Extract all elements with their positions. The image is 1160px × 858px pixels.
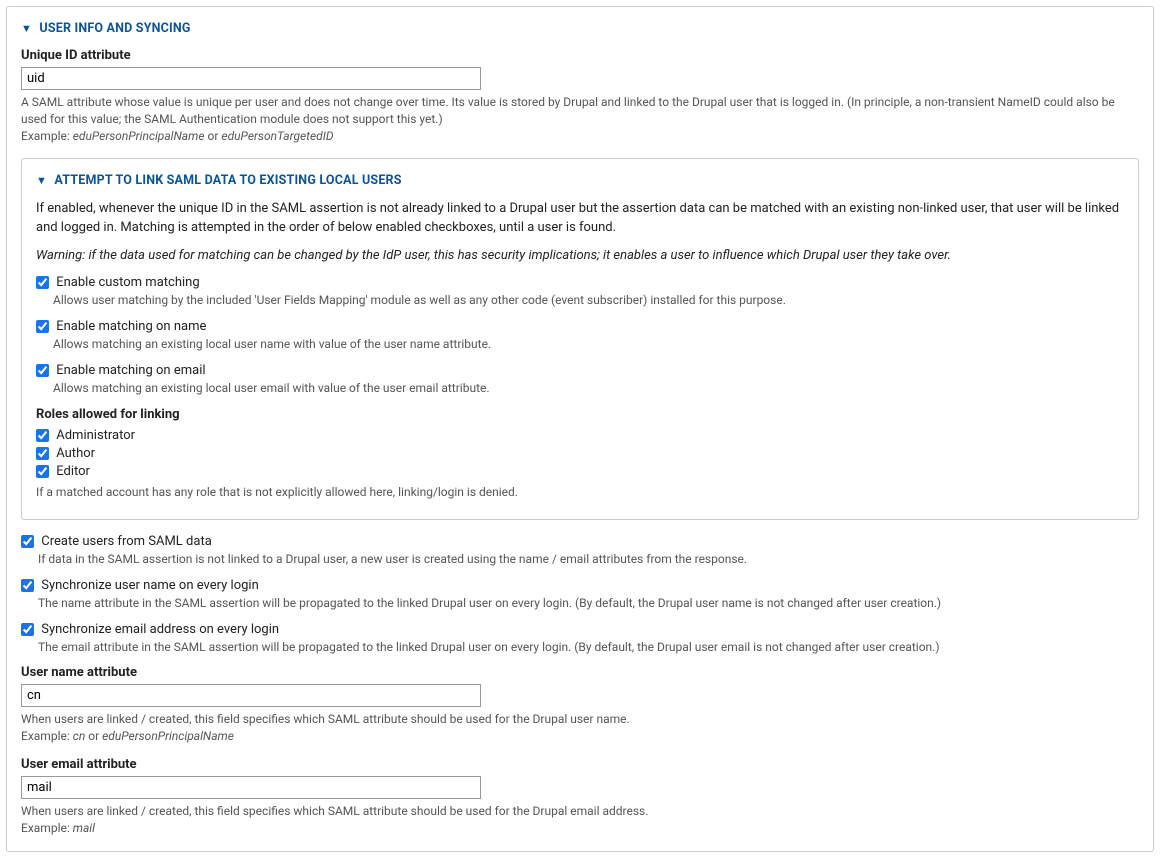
- create-users-label[interactable]: Create users from SAML data: [41, 534, 212, 549]
- create-users-row: Create users from SAML data If data in t…: [21, 534, 1139, 568]
- enable-custom-matching-desc: Allows user matching by the included 'Us…: [53, 292, 1124, 309]
- username-attr-label: User name attribute: [21, 665, 1139, 680]
- link-saml-title: ATTEMPT TO LINK SAML DATA TO EXISTING LO…: [54, 173, 401, 188]
- sync-email-row: Synchronize email address on every login…: [21, 622, 1139, 656]
- sync-username-checkbox[interactable]: [21, 579, 34, 592]
- unique-id-label: Unique ID attribute: [21, 48, 1139, 63]
- chevron-down-icon: ▼: [21, 22, 32, 35]
- sync-username-row: Synchronize user name on every login The…: [21, 578, 1139, 612]
- link-saml-fieldset: ▼ ATTEMPT TO LINK SAML DATA TO EXISTING …: [21, 158, 1139, 519]
- create-users-checkbox[interactable]: [21, 535, 34, 548]
- link-saml-intro: If enabled, whenever the unique ID in th…: [36, 200, 1124, 238]
- user-info-syncing-title: USER INFO AND SYNCING: [39, 21, 190, 36]
- sync-username-desc: The name attribute in the SAML assertion…: [38, 595, 1139, 612]
- role-item: Editor: [36, 464, 1124, 479]
- username-attr-input[interactable]: [21, 684, 481, 707]
- enable-matching-name-row: Enable matching on name Allows matching …: [36, 319, 1124, 353]
- role-author-checkbox[interactable]: [36, 447, 49, 460]
- unique-id-desc: A SAML attribute whose value is unique p…: [21, 94, 1139, 144]
- sync-email-desc: The email attribute in the SAML assertio…: [38, 639, 1139, 656]
- enable-matching-email-checkbox[interactable]: [36, 364, 49, 377]
- enable-matching-email-row: Enable matching on email Allows matching…: [36, 363, 1124, 397]
- user-info-syncing-fieldset: ▼ USER INFO AND SYNCING Unique ID attrib…: [6, 6, 1154, 852]
- useremail-attr-block: User email attribute When users are link…: [21, 757, 1139, 837]
- role-editor-checkbox[interactable]: [36, 465, 49, 478]
- unique-id-input[interactable]: [21, 67, 481, 90]
- enable-matching-name-desc: Allows matching an existing local user n…: [53, 336, 1124, 353]
- link-saml-warning: Warning: if the data used for matching c…: [36, 248, 1124, 263]
- useremail-attr-desc: When users are linked / created, this fi…: [21, 803, 1139, 837]
- enable-matching-name-label[interactable]: Enable matching on name: [56, 319, 206, 334]
- username-attr-desc: When users are linked / created, this fi…: [21, 711, 1139, 745]
- enable-matching-email-desc: Allows matching an existing local user e…: [53, 380, 1124, 397]
- enable-matching-email-label[interactable]: Enable matching on email: [56, 363, 205, 378]
- enable-custom-matching-label[interactable]: Enable custom matching: [56, 275, 199, 290]
- enable-custom-matching-checkbox[interactable]: [36, 276, 49, 289]
- enable-matching-name-checkbox[interactable]: [36, 320, 49, 333]
- sync-email-label[interactable]: Synchronize email address on every login: [41, 622, 279, 637]
- unique-id-field-block: Unique ID attribute A SAML attribute who…: [21, 48, 1139, 144]
- chevron-down-icon: ▼: [36, 174, 47, 187]
- sync-email-checkbox[interactable]: [21, 623, 34, 636]
- useremail-attr-input[interactable]: [21, 776, 481, 799]
- username-attr-block: User name attribute When users are linke…: [21, 665, 1139, 745]
- roles-allowed-desc: If a matched account has any role that i…: [36, 485, 1124, 499]
- roles-allowed-block: Roles allowed for linking Administrator …: [36, 407, 1124, 499]
- role-item: Author: [36, 446, 1124, 461]
- user-info-syncing-toggle[interactable]: ▼ USER INFO AND SYNCING: [21, 21, 1139, 36]
- role-item: Administrator: [36, 428, 1124, 443]
- sync-username-label[interactable]: Synchronize user name on every login: [41, 578, 259, 593]
- create-users-desc: If data in the SAML assertion is not lin…: [38, 551, 1139, 568]
- role-administrator-checkbox[interactable]: [36, 429, 49, 442]
- role-administrator-label[interactable]: Administrator: [56, 428, 135, 443]
- roles-allowed-title: Roles allowed for linking: [36, 407, 1124, 422]
- link-saml-toggle[interactable]: ▼ ATTEMPT TO LINK SAML DATA TO EXISTING …: [36, 173, 1124, 188]
- role-author-label[interactable]: Author: [56, 446, 95, 461]
- enable-custom-matching-row: Enable custom matching Allows user match…: [36, 275, 1124, 309]
- role-editor-label[interactable]: Editor: [56, 464, 90, 479]
- useremail-attr-label: User email attribute: [21, 757, 1139, 772]
